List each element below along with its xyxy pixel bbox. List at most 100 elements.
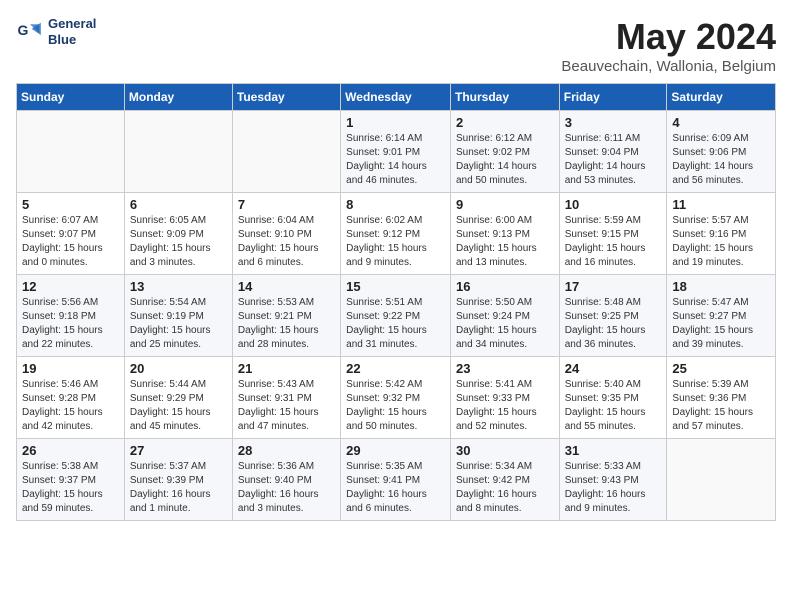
calendar-cell: 14 Sunrise: 5:53 AM Sunset: 9:21 PM Dayli… (232, 275, 340, 357)
day-number: 31 (565, 443, 662, 458)
day-number: 8 (346, 197, 445, 212)
calendar-cell: 7 Sunrise: 6:04 AM Sunset: 9:10 PM Daylig… (232, 193, 340, 275)
cell-info: Sunrise: 6:02 AM Sunset: 9:12 PM Dayligh… (346, 214, 445, 270)
calendar-cell: 3 Sunrise: 6:11 AM Sunset: 9:04 PM Daylig… (559, 111, 667, 193)
calendar-cell: 13 Sunrise: 5:54 AM Sunset: 9:19 PM Dayli… (124, 275, 232, 357)
cell-info: Sunrise: 5:36 AM Sunset: 9:40 PM Dayligh… (238, 460, 335, 516)
day-number: 28 (238, 443, 335, 458)
day-number: 3 (565, 115, 662, 130)
calendar-cell: 26 Sunrise: 5:38 AM Sunset: 9:37 PM Dayli… (17, 439, 125, 521)
location: Beauvechain, Wallonia, Belgium (561, 58, 776, 75)
cell-info: Sunrise: 5:53 AM Sunset: 9:21 PM Dayligh… (238, 296, 335, 352)
calendar-cell: 30 Sunrise: 5:34 AM Sunset: 9:42 PM Dayli… (450, 439, 559, 521)
calendar-cell: 8 Sunrise: 6:02 AM Sunset: 9:12 PM Daylig… (341, 193, 451, 275)
calendar-cell: 12Sunrise: 5:56 AM Sunset: 9:18 PM Dayli… (17, 275, 125, 357)
cell-info: Sunrise: 5:40 AM Sunset: 9:35 PM Dayligh… (565, 378, 662, 434)
cell-info: Sunrise: 6:14 AM Sunset: 9:01 PM Dayligh… (346, 132, 445, 188)
day-number: 12 (22, 279, 119, 294)
day-number: 9 (456, 197, 554, 212)
day-number: 23 (456, 361, 554, 376)
day-number: 26 (22, 443, 119, 458)
cell-info: Sunrise: 6:09 AM Sunset: 9:06 PM Dayligh… (672, 132, 770, 188)
calendar-cell: 9 Sunrise: 6:00 AM Sunset: 9:13 PM Daylig… (450, 193, 559, 275)
cell-info: Sunrise: 5:50 AM Sunset: 9:24 PM Dayligh… (456, 296, 554, 352)
calendar-cell: 23Sunrise: 5:41 AM Sunset: 9:33 PM Dayli… (450, 357, 559, 439)
day-number: 1 (346, 115, 445, 130)
cell-info: Sunrise: 6:00 AM Sunset: 9:13 PM Dayligh… (456, 214, 554, 270)
day-number: 2 (456, 115, 554, 130)
day-number: 16 (456, 279, 554, 294)
cell-info: Sunrise: 5:42 AM Sunset: 9:32 PM Dayligh… (346, 378, 445, 434)
calendar-cell: 29Sunrise: 5:35 AM Sunset: 9:41 PM Dayli… (341, 439, 451, 521)
calendar-cell: 6Sunrise: 6:05 AM Sunset: 9:09 PM Daylig… (124, 193, 232, 275)
cell-info: Sunrise: 5:37 AM Sunset: 9:39 PM Dayligh… (130, 460, 227, 516)
day-number: 13 (130, 279, 227, 294)
cell-info: Sunrise: 5:43 AM Sunset: 9:31 PM Dayligh… (238, 378, 335, 434)
cell-info: Sunrise: 5:33 AM Sunset: 9:43 PM Dayligh… (565, 460, 662, 516)
calendar-cell: 17 Sunrise: 5:48 AM Sunset: 9:25 PM Dayli… (559, 275, 667, 357)
calendar-cell: 24Sunrise: 5:40 AM Sunset: 9:35 PM Dayli… (559, 357, 667, 439)
logo-text: General Blue (48, 16, 96, 47)
calendar-cell: 21Sunrise: 5:43 AM Sunset: 9:31 PM Dayli… (232, 357, 340, 439)
calendar-cell (667, 439, 776, 521)
calendar-cell: 1 Sunrise: 6:14 AM Sunset: 9:01 PM Daylig… (341, 111, 451, 193)
days-row: SundayMondayTuesdayWednesdayThursdayFrid… (17, 84, 776, 111)
calendar-cell: 5 Sunrise: 6:07 AM Sunset: 9:07 PM Daylig… (17, 193, 125, 275)
cell-info: Sunrise: 5:39 AM Sunset: 9:36 PM Dayligh… (672, 378, 770, 434)
day-number: 14 (238, 279, 335, 294)
calendar-cell: 10Sunrise: 5:59 AM Sunset: 9:15 PM Dayli… (559, 193, 667, 275)
calendar-cell: 31 Sunrise: 5:33 AM Sunset: 9:43 PM Dayli… (559, 439, 667, 521)
day-number: 7 (238, 197, 335, 212)
cell-info: Sunrise: 5:35 AM Sunset: 9:41 PM Dayligh… (346, 460, 445, 516)
svg-text:G: G (18, 22, 29, 38)
cell-info: Sunrise: 5:51 AM Sunset: 9:22 PM Dayligh… (346, 296, 445, 352)
day-number: 22 (346, 361, 445, 376)
day-number: 15 (346, 279, 445, 294)
title-block: May 2024 Beauvechain, Wallonia, Belgium (561, 16, 776, 75)
cell-info: Sunrise: 6:04 AM Sunset: 9:10 PM Dayligh… (238, 214, 335, 270)
day-number: 18 (672, 279, 770, 294)
calendar-cell: 22 Sunrise: 5:42 AM Sunset: 9:32 PM Dayli… (341, 357, 451, 439)
cell-info: Sunrise: 6:07 AM Sunset: 9:07 PM Dayligh… (22, 214, 119, 270)
calendar-body: 1 Sunrise: 6:14 AM Sunset: 9:01 PM Daylig… (17, 111, 776, 521)
day-number: 5 (22, 197, 119, 212)
cell-info: Sunrise: 5:57 AM Sunset: 9:16 PM Dayligh… (672, 214, 770, 270)
logo-line2: Blue (48, 32, 96, 48)
week-row-3: 19Sunrise: 5:46 AM Sunset: 9:28 PM Dayli… (17, 357, 776, 439)
logo-icon: G (16, 18, 44, 46)
calendar-cell (17, 111, 125, 193)
cell-info: Sunrise: 5:44 AM Sunset: 9:29 PM Dayligh… (130, 378, 227, 434)
calendar-cell: 27 Sunrise: 5:37 AM Sunset: 9:39 PM Dayli… (124, 439, 232, 521)
day-number: 30 (456, 443, 554, 458)
week-row-1: 5 Sunrise: 6:07 AM Sunset: 9:07 PM Daylig… (17, 193, 776, 275)
calendar-header: SundayMondayTuesdayWednesdayThursdayFrid… (17, 84, 776, 111)
day-number: 4 (672, 115, 770, 130)
day-number: 11 (672, 197, 770, 212)
calendar-cell: 11 Sunrise: 5:57 AM Sunset: 9:16 PM Dayli… (667, 193, 776, 275)
cell-info: Sunrise: 6:11 AM Sunset: 9:04 PM Dayligh… (565, 132, 662, 188)
calendar-table: SundayMondayTuesdayWednesdayThursdayFrid… (16, 83, 776, 521)
day-header-saturday: Saturday (667, 84, 776, 111)
month-year: May 2024 (561, 16, 776, 58)
cell-info: Sunrise: 6:12 AM Sunset: 9:02 PM Dayligh… (456, 132, 554, 188)
calendar-cell: 2 Sunrise: 6:12 AM Sunset: 9:02 PM Daylig… (450, 111, 559, 193)
day-header-sunday: Sunday (17, 84, 125, 111)
calendar-cell: 25 Sunrise: 5:39 AM Sunset: 9:36 PM Dayli… (667, 357, 776, 439)
cell-info: Sunrise: 5:54 AM Sunset: 9:19 PM Dayligh… (130, 296, 227, 352)
week-row-2: 12Sunrise: 5:56 AM Sunset: 9:18 PM Dayli… (17, 275, 776, 357)
cell-info: Sunrise: 5:46 AM Sunset: 9:28 PM Dayligh… (22, 378, 119, 434)
cell-info: Sunrise: 5:38 AM Sunset: 9:37 PM Dayligh… (22, 460, 119, 516)
calendar-cell: 4 Sunrise: 6:09 AM Sunset: 9:06 PM Daylig… (667, 111, 776, 193)
cell-info: Sunrise: 5:34 AM Sunset: 9:42 PM Dayligh… (456, 460, 554, 516)
day-number: 17 (565, 279, 662, 294)
day-number: 10 (565, 197, 662, 212)
cell-info: Sunrise: 6:05 AM Sunset: 9:09 PM Dayligh… (130, 214, 227, 270)
day-header-monday: Monday (124, 84, 232, 111)
day-number: 27 (130, 443, 227, 458)
cell-info: Sunrise: 5:47 AM Sunset: 9:27 PM Dayligh… (672, 296, 770, 352)
logo: G General Blue (16, 16, 96, 47)
day-number: 25 (672, 361, 770, 376)
day-header-friday: Friday (559, 84, 667, 111)
cell-info: Sunrise: 5:48 AM Sunset: 9:25 PM Dayligh… (565, 296, 662, 352)
calendar-cell (232, 111, 340, 193)
